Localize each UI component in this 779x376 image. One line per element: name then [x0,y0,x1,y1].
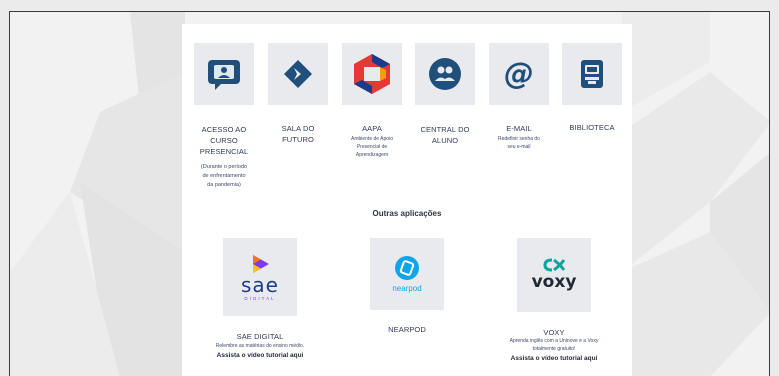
app-label-acesso[interactable]: ACESSO AO CURSO PRESENCIAL [184,124,264,157]
app-tile-email[interactable]: @ [489,43,549,105]
app-tile-sala[interactable] [268,43,328,105]
app-label-line: ACESSO AO [201,125,247,134]
app-sub-sae: Relembre as matérias do ensino médio. [215,343,305,349]
app-label-line: PRESENCIAL [199,147,249,156]
app-label-line: FUTURO [282,135,314,144]
tutorial-link-sae[interactable]: Assista o vídeo tutorial aqui [190,352,330,359]
sae-play-icon [253,254,269,273]
browser-viewport: ACESSO AO CURSO PRESENCIAL (Durante o pe… [9,11,770,376]
app-tile-biblioteca[interactable] [562,43,622,105]
app-label-email[interactable]: E-MAIL [479,123,559,134]
app-sub-email: Redefinir senha do seu e-mail [479,135,559,151]
app-sub-line: de enfrentamento [202,173,246,179]
app-label-line: SALA DO [281,124,315,133]
sae-logo-text: sae [241,272,279,297]
section-title: Outras aplicações [372,209,442,218]
app-sub-acesso: (Durante o período de enfrentamento da p… [184,163,264,190]
app-sub-line: Aprendizagem [355,152,389,158]
app-tile-acesso[interactable] [194,43,254,105]
app-label-line: CENTRAL DO [420,125,470,134]
voxy-logo-text: voxy [531,272,577,292]
app-label-central[interactable]: CENTRAL DO ALUNO [405,124,485,146]
app-sub-line: totalmente gratuito! [532,346,576,352]
svg-text:@: @ [504,57,534,91]
app-label-sala[interactable]: SALA DO FUTURO [258,123,338,145]
app-label-nearpod[interactable]: NEARPOD [367,324,447,335]
group-icon [429,58,461,90]
voxy-icon [543,258,565,272]
app-sub-line: Presencial de [356,144,388,150]
content-panel: ACESSO AO CURSO PRESENCIAL (Durante o pe… [182,24,632,376]
at-sign-icon: @ [504,57,534,91]
app-sub-line: Aprenda inglês com a Uninove e a Voxy [509,338,599,344]
sae-logo-sub: DIGITAL [244,295,276,301]
app-tile-sae[interactable]: sae DIGITAL [223,238,297,316]
app-label-aapa[interactable]: AAPA [332,123,412,134]
nearpod-logo-text: nearpod [392,284,422,293]
video-chat-icon [208,60,240,90]
nearpod-icon [395,256,419,280]
app-label-line: CURSO [210,136,238,145]
app-tile-aapa[interactable] [342,43,402,105]
app-tile-central[interactable] [415,43,475,105]
library-icon [581,60,603,88]
app-label-sae[interactable]: SAE DIGITAL [220,331,300,342]
app-sub-line: Redefinir senha do [498,136,540,142]
app-sub-line: da pandemia) [207,182,241,188]
diamond-arrow-icon [284,60,312,88]
app-label-biblioteca[interactable]: BIBLIOTECA [552,122,632,133]
app-sub-aapa: Ambiente de Apoio Presencial de Aprendiz… [332,135,412,159]
app-sub-line: (Durante o período [200,164,248,170]
tutorial-link-voxy[interactable]: Assista o vídeo tutorial aqui [484,355,624,362]
app-tile-voxy[interactable]: voxy [517,238,591,312]
app-sub-line: Ambiente de Apoio [351,136,393,142]
app-tile-nearpod[interactable]: nearpod [370,238,444,310]
aapa-logo-icon [354,54,390,94]
app-sub-line: seu e-mail [507,144,531,150]
app-sub-voxy: Aprenda inglês com a Uninove e a Voxy to… [484,337,624,353]
app-label-line: ALUNO [431,136,459,145]
